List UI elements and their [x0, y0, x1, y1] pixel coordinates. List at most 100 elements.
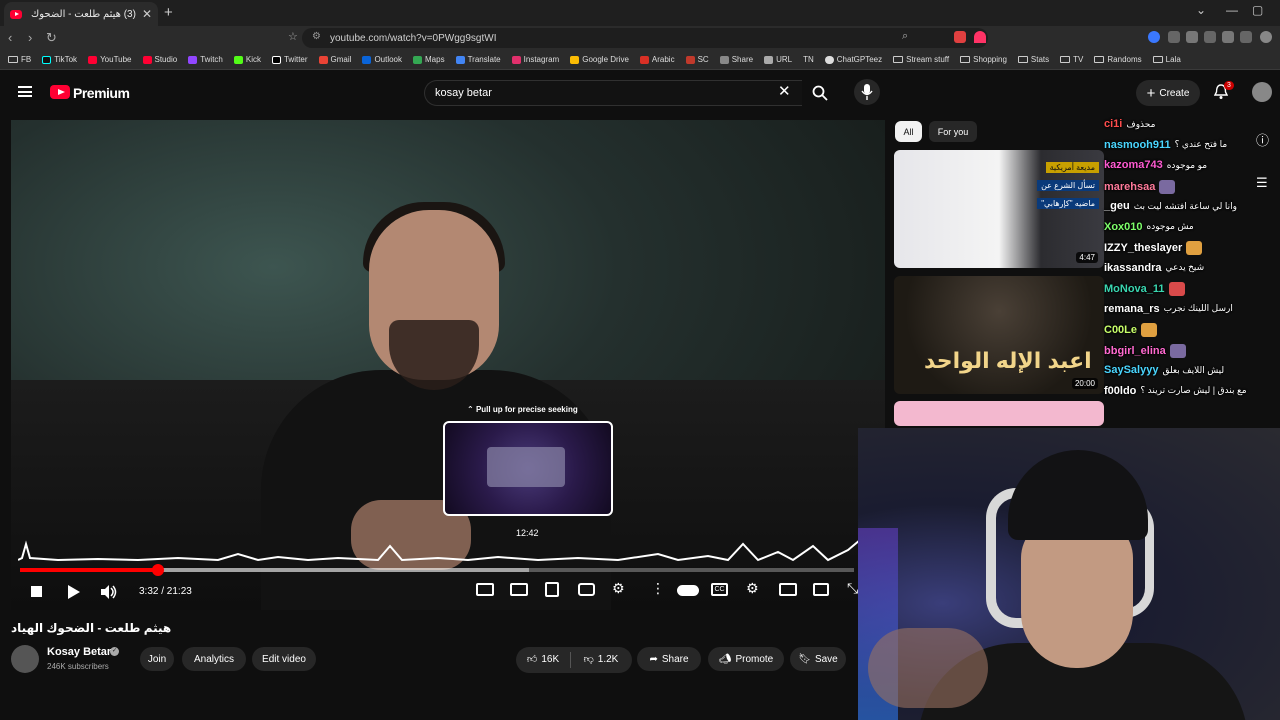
tab-close-icon[interactable]: ✕	[142, 7, 152, 21]
bookmark-tv[interactable]: TV	[1060, 55, 1083, 64]
clear-search-icon[interactable]: ✕	[778, 82, 791, 100]
share-button[interactable]: ➦ Share	[637, 647, 701, 671]
minimize-icon[interactable]: —	[1226, 3, 1238, 17]
clapperboard-icon[interactable]	[476, 583, 494, 596]
chat-username[interactable]: nasmooh911	[1104, 139, 1171, 151]
bookmark-share[interactable]: Share	[719, 55, 753, 64]
volume-icon[interactable]	[101, 585, 117, 599]
back-icon[interactable]: ‹	[8, 30, 12, 45]
bookmark-randoms[interactable]: Randoms	[1094, 55, 1142, 64]
settings-gear-icon[interactable]: ⚙	[746, 580, 759, 597]
analytics-button[interactable]: Analytics	[182, 647, 246, 671]
chat-username[interactable]: ci1i	[1104, 118, 1122, 130]
channel-name[interactable]: Kosay Betar	[47, 646, 111, 658]
bookmark-url[interactable]: URL	[764, 55, 792, 64]
edit-video-button[interactable]: Edit video	[252, 647, 316, 671]
chat-username[interactable]: _geu	[1104, 200, 1130, 212]
bookmark-kick[interactable]: Kick	[233, 55, 261, 64]
bookmark-shopping[interactable]: Shopping	[960, 55, 1007, 64]
like-button[interactable]: 👍︎ 16K	[518, 647, 568, 671]
gear-alt-icon[interactable]: ⚙	[612, 580, 625, 597]
extensions-puzzle-icon[interactable]	[1168, 31, 1180, 43]
bookmark-twitter[interactable]: Twitter	[271, 55, 308, 64]
search-field[interactable]: kosay betar	[424, 80, 802, 106]
captions-icon[interactable]: CC	[711, 583, 728, 596]
extension-shield-icon[interactable]	[954, 31, 966, 43]
reload-icon[interactable]: ↻	[46, 30, 57, 46]
recommended-thumbnail-2[interactable]: اعبد الإله الواحد 20:00	[894, 276, 1104, 394]
miniplayer-icon[interactable]	[779, 583, 797, 596]
recommended-thumbnail-3[interactable]	[894, 401, 1104, 426]
search-button[interactable]	[802, 80, 838, 106]
stop-button[interactable]	[31, 586, 42, 597]
extension-blue-icon[interactable]	[1148, 31, 1160, 43]
extension-triangle-icon[interactable]	[974, 31, 986, 43]
chip-for-you[interactable]: For you	[929, 121, 977, 142]
bookmark-sc[interactable]: SC	[685, 55, 709, 64]
bookmark-outlook[interactable]: Outlook	[362, 55, 402, 64]
recommended-thumbnail-1[interactable]: مديعة أمريكية تسأل الشرع عن ماضيه "كإرها…	[894, 150, 1104, 268]
bookmark-twitch[interactable]: Twitch	[188, 55, 223, 64]
bookmark-chatgpteez[interactable]: ChatGPTeez	[824, 55, 882, 64]
camera-icon[interactable]	[578, 583, 595, 596]
tab-list-icon[interactable]: ⌄	[1196, 3, 1206, 17]
browser-tab-active[interactable]: (3) هيثم طلعت - الضحوك الهياد ✕	[4, 2, 158, 26]
autoplay-toggle[interactable]	[677, 585, 699, 596]
zoom-icon[interactable]: ⌕	[902, 30, 908, 43]
bookmark-google-drive[interactable]: Google Drive	[570, 55, 629, 64]
account-avatar[interactable]	[1252, 82, 1272, 102]
bookmark-lala[interactable]: Lala	[1152, 55, 1181, 64]
chat-username[interactable]: remana_rs	[1104, 303, 1160, 315]
more-vertical-icon[interactable]: ⋮	[651, 580, 665, 597]
bookmark-maps[interactable]: Maps	[413, 55, 445, 64]
bookmark-translate[interactable]: Translate	[455, 55, 501, 64]
forward-icon[interactable]: ›	[28, 30, 32, 45]
hamburger-menu-icon[interactable]	[18, 86, 32, 97]
maximize-icon[interactable]: ▢	[1252, 3, 1263, 17]
sidebar-icon[interactable]	[1204, 31, 1216, 43]
bookmark-tn[interactable]: TN	[803, 55, 814, 64]
bookmark-stats[interactable]: Stats	[1017, 55, 1049, 64]
chat-username[interactable]: bbgirl_elina	[1104, 345, 1166, 357]
progress-bar[interactable]	[20, 564, 854, 576]
promote-button[interactable]: 📣︎ Promote	[708, 647, 784, 671]
bookmark-arabic[interactable]: Arabic	[639, 55, 675, 64]
chat-username[interactable]: C00Le	[1104, 324, 1137, 336]
save-button[interactable]: 🔖︎ Save	[790, 647, 846, 671]
chip-all[interactable]: All	[895, 121, 922, 142]
chat-username[interactable]: SaySalyyy	[1104, 364, 1158, 376]
bookmark-fb[interactable]: FB	[8, 55, 31, 64]
compare-icon[interactable]	[545, 582, 559, 597]
tab-search-icon[interactable]	[1222, 31, 1234, 43]
bookmark-gmail[interactable]: Gmail	[318, 55, 351, 64]
join-button[interactable]: Join	[140, 647, 174, 671]
new-tab-icon[interactable]: +	[164, 4, 173, 21]
youtube-premium-logo[interactable]: Premium	[73, 85, 130, 101]
chat-username[interactable]: marehsaa	[1104, 181, 1155, 193]
bookmark-studio[interactable]: Studio	[142, 55, 177, 64]
info-icon[interactable]: ⓘ	[1256, 130, 1269, 149]
bookmark-star-icon[interactable]: ☆	[288, 30, 298, 43]
play-icon[interactable]	[68, 585, 80, 599]
bookmark-instagram[interactable]: Instagram	[511, 55, 559, 64]
chat-username[interactable]: IZZY_theslayer	[1104, 242, 1182, 254]
chat-username[interactable]: MoNova_11	[1104, 283, 1165, 295]
chat-username[interactable]: f00ldo	[1104, 385, 1136, 397]
chat-username[interactable]: Xox010	[1104, 221, 1143, 233]
music-icon[interactable]	[1186, 31, 1198, 43]
cast-icon[interactable]	[813, 583, 829, 596]
channel-avatar[interactable]	[11, 645, 39, 673]
chat-username[interactable]: kazoma743	[1104, 159, 1163, 171]
comment-icon[interactable]: ☰	[1256, 175, 1268, 191]
picture-in-picture-icon[interactable]	[510, 583, 528, 596]
fullscreen-icon[interactable]: ⤡	[847, 580, 858, 597]
profile-icon[interactable]	[1260, 31, 1272, 43]
chat-username[interactable]: ikassandra	[1104, 262, 1161, 274]
search-input[interactable]: kosay betar	[435, 87, 492, 99]
youtube-logo-icon[interactable]	[50, 85, 70, 99]
share-icon[interactable]	[1240, 31, 1252, 43]
dislike-button[interactable]: 👎︎ 1.2K	[574, 647, 628, 671]
create-button[interactable]: + Create	[1136, 80, 1200, 106]
site-info-icon[interactable]: ⚙	[312, 31, 321, 42]
voice-search-button[interactable]	[854, 79, 880, 105]
